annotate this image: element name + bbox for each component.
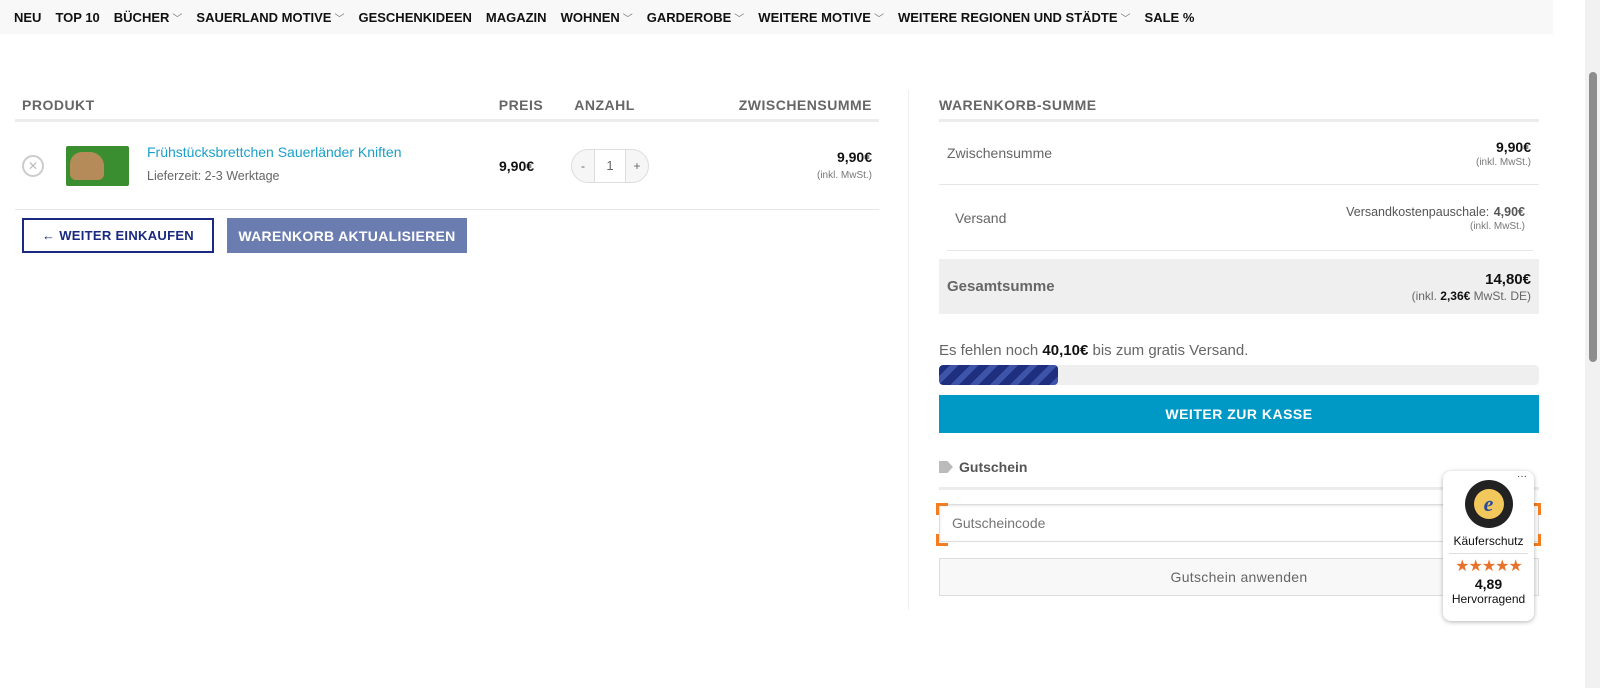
checkout-button[interactable]: WEITER ZUR KASSE	[939, 395, 1539, 433]
totals-title: WARENKORB-SUMME	[939, 90, 1539, 122]
nav-item-label: GESCHENKIDEEN	[358, 9, 472, 25]
scrollbar-thumb[interactable]	[1589, 72, 1597, 362]
nav-item-label: TOP 10	[55, 9, 100, 25]
header-subtotal: ZWISCHENSUMME	[738, 96, 872, 113]
nav-item-label: MAGAZIN	[485, 9, 547, 25]
continue-shopping-button[interactable]: ← WEITER EINKAUFEN	[22, 218, 214, 253]
nav-item[interactable]: NEU	[14, 10, 41, 25]
focus-bracket	[936, 534, 948, 546]
chevron-down-icon: ﹀	[734, 13, 745, 25]
trusted-shops-seal: e	[1464, 480, 1513, 528]
chevron-down-icon: ﹀	[1120, 13, 1131, 25]
more-icon[interactable]: ···	[1517, 471, 1527, 482]
delivery-time: Lieferzeit: 2-3 Werktage	[147, 169, 280, 183]
cart-header: PRODUKT PREIS ANZAHL ZWISCHENSUMME	[15, 90, 879, 122]
shipping-label: Versand	[955, 209, 1007, 226]
coupon-title: Gutschein	[959, 459, 1028, 475]
nav-item-label: BÜCHER	[113, 9, 170, 25]
divider	[908, 90, 909, 610]
update-cart-button[interactable]: WARENKORB AKTUALISIEREN	[227, 218, 467, 253]
chevron-down-icon: ﹀	[172, 13, 183, 25]
nav-item[interactable]: TOP 10	[55, 10, 99, 25]
buyer-protection-label: Käuferschutz	[1449, 534, 1528, 554]
chevron-down-icon: ﹀	[622, 13, 633, 25]
focus-bracket	[936, 503, 948, 515]
header-price: PREIS	[498, 96, 544, 113]
tag-icon	[939, 461, 953, 473]
shipping-row: Versand Versandkostenpauschale: 4,90€ (in…	[947, 185, 1533, 251]
rating-text: Hervorragend	[1451, 592, 1526, 606]
tax-post: MwSt. DE)	[1473, 288, 1531, 303]
rating-stars: ★★★★★	[1455, 558, 1523, 575]
subtotal-tax: (inkl. MwSt.)	[1476, 156, 1531, 168]
nav-item-label: WEITERE REGIONEN UND STÄDTE	[897, 9, 1118, 25]
total-row: Gesamtsumme 14,80€ (inkl. 2,36€ MwSt. DE…	[939, 259, 1539, 314]
qty-plus-button[interactable]: +	[626, 150, 648, 182]
progress-fill	[939, 365, 1058, 385]
free-shipping-progress	[939, 365, 1539, 385]
nav-item[interactable]: WEITERE REGIONEN UND STÄDTE ﹀	[898, 10, 1131, 25]
cart-table: PRODUKT PREIS ANZAHL ZWISCHENSUMME ✕ Frü…	[15, 90, 879, 253]
nav-item[interactable]: GARDEROBE ﹀	[647, 10, 745, 25]
product-thumbnail[interactable]	[66, 145, 129, 186]
subtotal-row: Zwischensumme 9,90€ (inkl. MwSt.)	[939, 122, 1539, 185]
nav-item-label: GARDEROBE	[646, 9, 732, 25]
scrollbar[interactable]	[1585, 0, 1600, 688]
remove-item-icon[interactable]: ✕	[22, 154, 44, 177]
nav-item-label: WEITERE MOTIVE	[758, 9, 871, 25]
nav-item[interactable]: WOHNEN ﹀	[561, 10, 633, 25]
chevron-down-icon: ﹀	[873, 13, 884, 25]
main-nav: NEU TOP 10 BÜCHER ﹀ SAUERLAND MOTIVE ﹀ GESCHEN…	[0, 0, 1553, 34]
nav-item[interactable]: SALE %	[1145, 10, 1195, 25]
quantity-stepper: - 1 +	[571, 148, 649, 183]
shipping-desc: Versandkostenpauschale:	[1346, 205, 1490, 219]
free-shipping-notice: Es fehlen noch 40,10€ bis zum gratis Ver…	[939, 342, 1249, 359]
nav-item-label: SALE %	[1144, 9, 1195, 25]
qty-input[interactable]: 1	[594, 149, 626, 182]
chevron-down-icon: ﹀	[334, 13, 345, 25]
nav-item-label: SAUERLAND MOTIVE	[196, 9, 332, 25]
qty-minus-button[interactable]: -	[572, 150, 594, 182]
nav-item[interactable]: GESCHENKIDEEN	[358, 10, 471, 25]
tax-pre: (inkl.	[1411, 288, 1437, 303]
cart-item-row: ✕ Frühstücksbrettchen Sauerländer Knifte…	[15, 122, 879, 210]
tax-amount: 2,36€	[1440, 288, 1471, 303]
trusted-shops-badge[interactable]: ··· e Käuferschutz ★★★★★ 4,89 Hervorrage…	[1443, 471, 1534, 621]
total-value: 14,80€	[1485, 270, 1531, 288]
product-link[interactable]: Frühstücksbrettchen Sauerländer Kniften	[147, 144, 401, 160]
header-product: PRODUKT	[22, 96, 95, 113]
header-qty: ANZAHL	[574, 96, 635, 113]
subtotal-label: Zwischensumme	[947, 145, 1053, 161]
nav-item[interactable]: MAGAZIN	[486, 10, 547, 25]
total-label: Gesamtsumme	[947, 278, 1055, 295]
subtotal-value: 9,90€	[1495, 138, 1531, 155]
nav-item[interactable]: BÜCHER ﹀	[114, 10, 183, 25]
item-price: 9,90€	[499, 157, 535, 174]
item-subtotal: 9,90€ (inkl. MwSt.)	[817, 149, 872, 183]
nav-item[interactable]: SAUERLAND MOTIVE ﹀	[196, 10, 344, 25]
nav-item-label: NEU	[14, 9, 42, 25]
nav-item-label: WOHNEN	[560, 9, 620, 25]
shipping-value: 4,90€	[1493, 205, 1525, 219]
item-subtotal-value: 9,90€	[836, 148, 872, 165]
shipping-tax: (inkl. MwSt.)	[1470, 221, 1525, 232]
item-tax-note: (inkl. MwSt.)	[817, 169, 872, 181]
rating-score: 4,89	[1474, 576, 1503, 592]
nav-item[interactable]: WEITERE MOTIVE ﹀	[758, 10, 884, 25]
